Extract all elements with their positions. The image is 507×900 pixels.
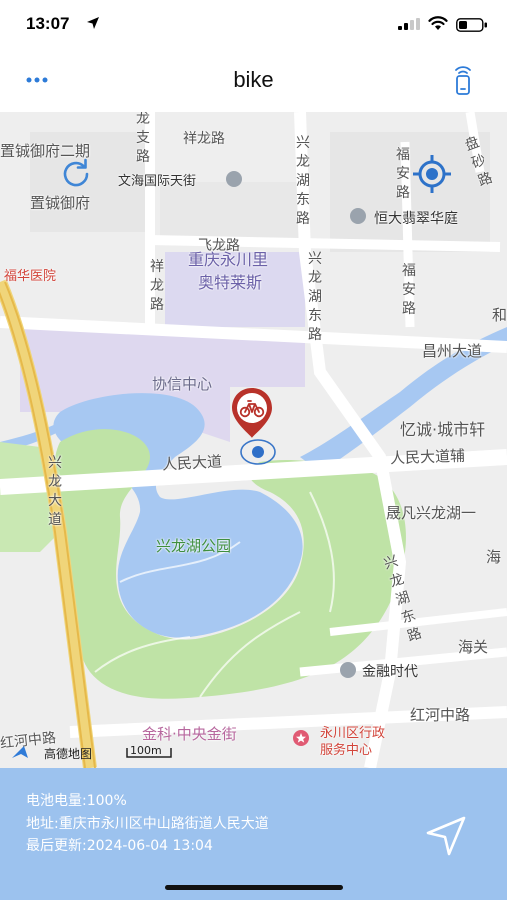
finance-poi-icon	[340, 662, 356, 678]
home-indicator[interactable]	[165, 885, 343, 890]
map-label-zhiyu-fu: 置铖御府	[30, 194, 91, 212]
map-label-xinglong-ave: 兴龙大道	[48, 455, 62, 528]
shop-poi-icon	[226, 171, 242, 187]
navigation-bar: bike	[0, 50, 507, 112]
map-label-changzhou-ave: 昌州大道	[422, 342, 483, 360]
home-poi-icon	[350, 208, 366, 224]
map-label-hengda: 恒大翡翠华庭	[374, 211, 458, 227]
map-label-outlets-2: 奥特莱斯	[198, 273, 263, 292]
address-text: 地址:重庆市永川区中山路街道人民大道	[26, 816, 269, 832]
map-label-gov-service-2: 服务中心	[320, 743, 373, 758]
refresh-icon[interactable]	[58, 156, 94, 192]
map-label-fuan-top: 福安路	[396, 147, 410, 201]
battery-level-text: 电池电量:100%	[26, 793, 127, 809]
amap-logo-icon	[12, 746, 28, 758]
battery-icon	[456, 18, 487, 32]
map-label-xinglonghu-east: 兴龙湖东路	[308, 251, 322, 343]
map-label-he: 和	[492, 306, 507, 324]
map-label-yicheng: 忆诚·城市轩	[400, 420, 486, 439]
map-label-haiguan: 海关	[458, 638, 489, 656]
last-updated-text: 最后更新:2024-06-04 13:04	[26, 838, 213, 854]
status-bar: 13:07	[0, 0, 507, 50]
navigate-arrow-icon[interactable]	[424, 814, 468, 858]
map-label-jinke: 金科·中央金街	[142, 725, 237, 743]
amap-attribution: 高德地图	[44, 747, 93, 761]
map-label-honghe-road: 红河中路	[410, 706, 471, 724]
map-label-shengfan: 晟凡兴龙湖一	[386, 504, 477, 522]
map-label-xianglong-top: 祥龙路	[183, 131, 225, 147]
map-scale-text: 100m	[130, 744, 162, 757]
map-label-xinglonghu-east-top: 兴龙湖东路	[296, 135, 310, 227]
wifi-icon	[428, 16, 448, 30]
device-signal-icon[interactable]	[450, 64, 476, 96]
map-label-feilong-road: 飞龙路	[198, 238, 240, 254]
map-label-xianglong: 祥龙路	[150, 259, 164, 313]
status-time: 13:07	[26, 14, 70, 33]
map-label-hai: 海	[486, 548, 502, 566]
location-arrow-icon	[87, 17, 99, 29]
map-view[interactable]: 置铖御府二期 置铖御府 文海国际天街 恒大翡翠华庭 福华医院 重庆永川里 奥特莱…	[0, 112, 507, 768]
map-label-fuhua-hospital: 福华医院	[4, 269, 57, 284]
map-label-renmin-ave-aux: 人民大道辅	[389, 446, 466, 468]
map-label-wenhai-street: 文海国际天街	[118, 174, 197, 189]
map-label-renmin-ave: 人民大道	[161, 452, 223, 474]
map-label-finance-times: 金融时代	[362, 664, 418, 680]
cellular-signal-icon	[398, 18, 420, 30]
page-title: bike	[233, 67, 274, 92]
bike-pin-icon[interactable]	[230, 386, 278, 468]
map-label-xinglong-park: 兴龙湖公园	[156, 537, 232, 555]
map-label-xiexin-center: 协信中心	[152, 375, 213, 393]
government-poi-icon	[293, 730, 309, 746]
locate-target-icon[interactable]	[412, 154, 452, 194]
map-label-zhilong-road: 龙支路	[136, 112, 150, 165]
map-label-fuan: 福安路	[402, 263, 416, 317]
